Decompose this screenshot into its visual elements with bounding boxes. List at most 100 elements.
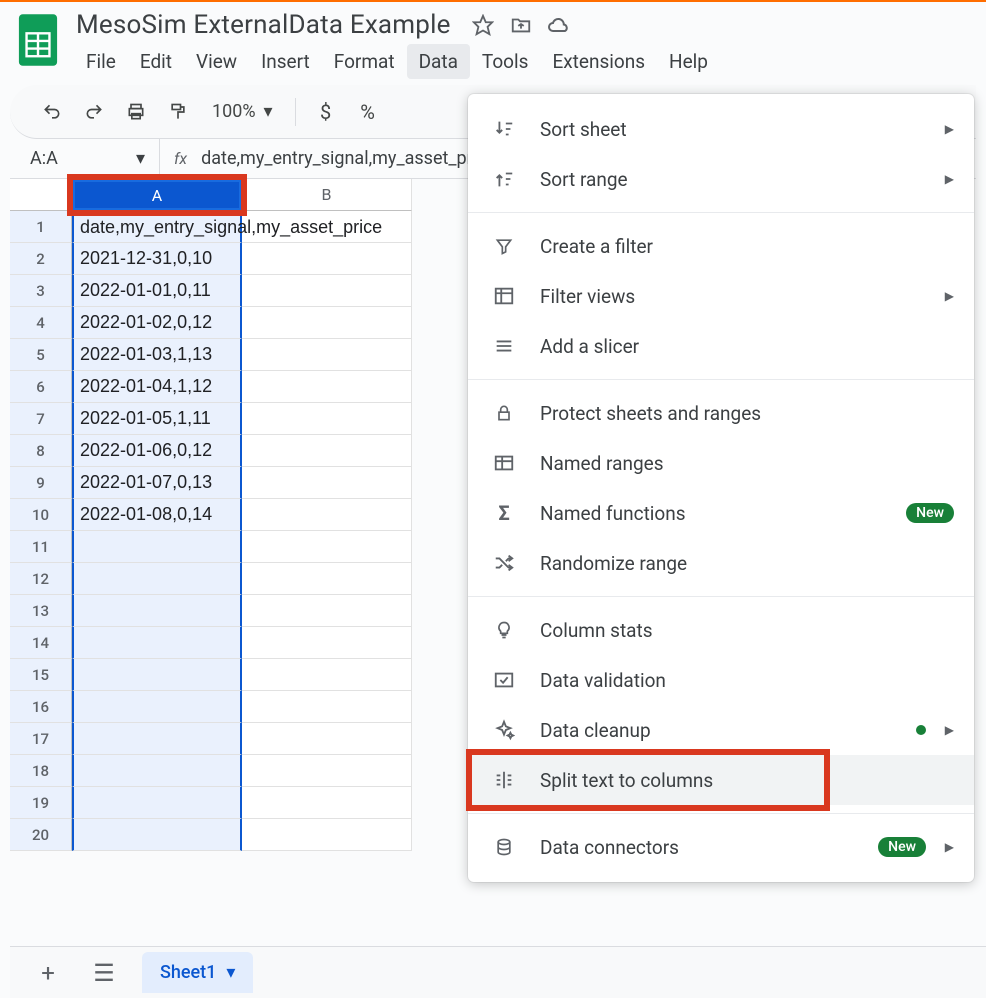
- menu-extensions[interactable]: Extensions: [540, 44, 657, 79]
- menu-edit[interactable]: Edit: [128, 44, 184, 79]
- column-header-a[interactable]: A: [72, 179, 242, 211]
- name-box[interactable]: A:A▾: [10, 139, 160, 178]
- row-header[interactable]: 20: [10, 819, 72, 851]
- cell[interactable]: [72, 563, 242, 595]
- redo-icon[interactable]: [76, 94, 112, 130]
- cell[interactable]: [72, 627, 242, 659]
- row-header[interactable]: 18: [10, 755, 72, 787]
- row-header[interactable]: 9: [10, 467, 72, 499]
- cell[interactable]: [242, 819, 412, 851]
- row-header[interactable]: 3: [10, 275, 72, 307]
- menu-item-column-stats[interactable]: Column stats: [468, 605, 974, 655]
- move-icon[interactable]: [509, 13, 533, 37]
- sheets-logo-icon[interactable]: [14, 8, 62, 72]
- menu-insert[interactable]: Insert: [249, 44, 322, 79]
- cell[interactable]: [242, 627, 412, 659]
- menu-data[interactable]: Data: [407, 44, 470, 79]
- menu-item-protect[interactable]: Protect sheets and ranges: [468, 388, 974, 438]
- cell[interactable]: [242, 563, 412, 595]
- cell[interactable]: 2022-01-04,1,12: [72, 371, 242, 403]
- cell[interactable]: [72, 659, 242, 691]
- menu-item-sort-sheet[interactable]: Sort sheet▶: [468, 104, 974, 154]
- currency-button[interactable]: $: [308, 94, 344, 130]
- row-header[interactable]: 7: [10, 403, 72, 435]
- menu-item-add-slicer[interactable]: Add a slicer: [468, 321, 974, 371]
- cell[interactable]: [242, 595, 412, 627]
- cell[interactable]: [242, 371, 412, 403]
- row-header[interactable]: 6: [10, 371, 72, 403]
- cell[interactable]: [242, 243, 412, 275]
- cell[interactable]: [242, 659, 412, 691]
- row-header[interactable]: 19: [10, 787, 72, 819]
- row-header[interactable]: 13: [10, 595, 72, 627]
- row-header[interactable]: 11: [10, 531, 72, 563]
- column-header-b[interactable]: B: [242, 179, 412, 211]
- cell[interactable]: [72, 819, 242, 851]
- cell[interactable]: [242, 467, 412, 499]
- cell[interactable]: [242, 499, 412, 531]
- row-header[interactable]: 1: [10, 211, 72, 243]
- sheet-tab-1[interactable]: Sheet1▾: [142, 952, 253, 993]
- print-icon[interactable]: [118, 94, 154, 130]
- row-header[interactable]: 15: [10, 659, 72, 691]
- cell[interactable]: 2022-01-07,0,13: [72, 467, 242, 499]
- undo-icon[interactable]: [34, 94, 70, 130]
- cell[interactable]: [242, 787, 412, 819]
- cell[interactable]: [72, 531, 242, 563]
- cell[interactable]: [242, 755, 412, 787]
- document-title[interactable]: MesoSim ExternalData Example: [70, 8, 457, 42]
- paint-format-icon[interactable]: [160, 94, 196, 130]
- cell[interactable]: 2022-01-06,0,12: [72, 435, 242, 467]
- row-header[interactable]: 4: [10, 307, 72, 339]
- cell[interactable]: 2022-01-03,1,13: [72, 339, 242, 371]
- cell[interactable]: [242, 307, 412, 339]
- menu-item-filter-views[interactable]: Filter views▶: [468, 271, 974, 321]
- cell[interactable]: 2022-01-05,1,11: [72, 403, 242, 435]
- menu-help[interactable]: Help: [657, 44, 720, 79]
- row-header[interactable]: 17: [10, 723, 72, 755]
- menu-view[interactable]: View: [184, 44, 249, 79]
- cell[interactable]: [72, 691, 242, 723]
- menu-file[interactable]: File: [74, 44, 128, 79]
- all-sheets-icon[interactable]: ☰: [86, 955, 122, 991]
- add-sheet-icon[interactable]: +: [30, 955, 66, 991]
- percent-button[interactable]: %: [350, 94, 386, 130]
- menu-item-data-validation[interactable]: Data validation: [468, 655, 974, 705]
- menu-item-randomize[interactable]: Randomize range: [468, 538, 974, 588]
- row-header[interactable]: 12: [10, 563, 72, 595]
- cell[interactable]: date,my_entry_signal,my_asset_price: [72, 211, 242, 243]
- cell[interactable]: [242, 275, 412, 307]
- row-header[interactable]: 16: [10, 691, 72, 723]
- star-icon[interactable]: [471, 13, 495, 37]
- select-all-corner[interactable]: [10, 179, 72, 211]
- cell[interactable]: [242, 691, 412, 723]
- row-header[interactable]: 10: [10, 499, 72, 531]
- cell[interactable]: 2021-12-31,0,10: [72, 243, 242, 275]
- row-header[interactable]: 14: [10, 627, 72, 659]
- menu-item-sort-range[interactable]: Sort range▶: [468, 154, 974, 204]
- cell[interactable]: 2022-01-01,0,11: [72, 275, 242, 307]
- cell[interactable]: [242, 531, 412, 563]
- cell[interactable]: [242, 403, 412, 435]
- menu-item-split-text[interactable]: Split text to columns: [468, 755, 974, 805]
- menu-item-named-ranges[interactable]: Named ranges: [468, 438, 974, 488]
- menu-item-named-functions[interactable]: ΣNamed functionsNew: [468, 488, 974, 538]
- row-header[interactable]: 2: [10, 243, 72, 275]
- cell[interactable]: [72, 787, 242, 819]
- cell[interactable]: 2022-01-02,0,12: [72, 307, 242, 339]
- menu-tools[interactable]: Tools: [470, 44, 541, 79]
- cell[interactable]: 2022-01-08,0,14: [72, 499, 242, 531]
- cell[interactable]: [242, 435, 412, 467]
- menu-format[interactable]: Format: [322, 44, 407, 79]
- row-header[interactable]: 5: [10, 339, 72, 371]
- menu-item-data-cleanup[interactable]: Data cleanup▶: [468, 705, 974, 755]
- cell[interactable]: [72, 723, 242, 755]
- menu-item-create-filter[interactable]: Create a filter: [468, 221, 974, 271]
- formula-input[interactable]: date,my_entry_signal,my_asset_price: [201, 148, 496, 169]
- cell[interactable]: [242, 339, 412, 371]
- menu-item-data-connectors[interactable]: Data connectors▶New: [468, 822, 974, 872]
- cell[interactable]: [72, 755, 242, 787]
- cell[interactable]: [242, 723, 412, 755]
- row-header[interactable]: 8: [10, 435, 72, 467]
- cell[interactable]: [72, 595, 242, 627]
